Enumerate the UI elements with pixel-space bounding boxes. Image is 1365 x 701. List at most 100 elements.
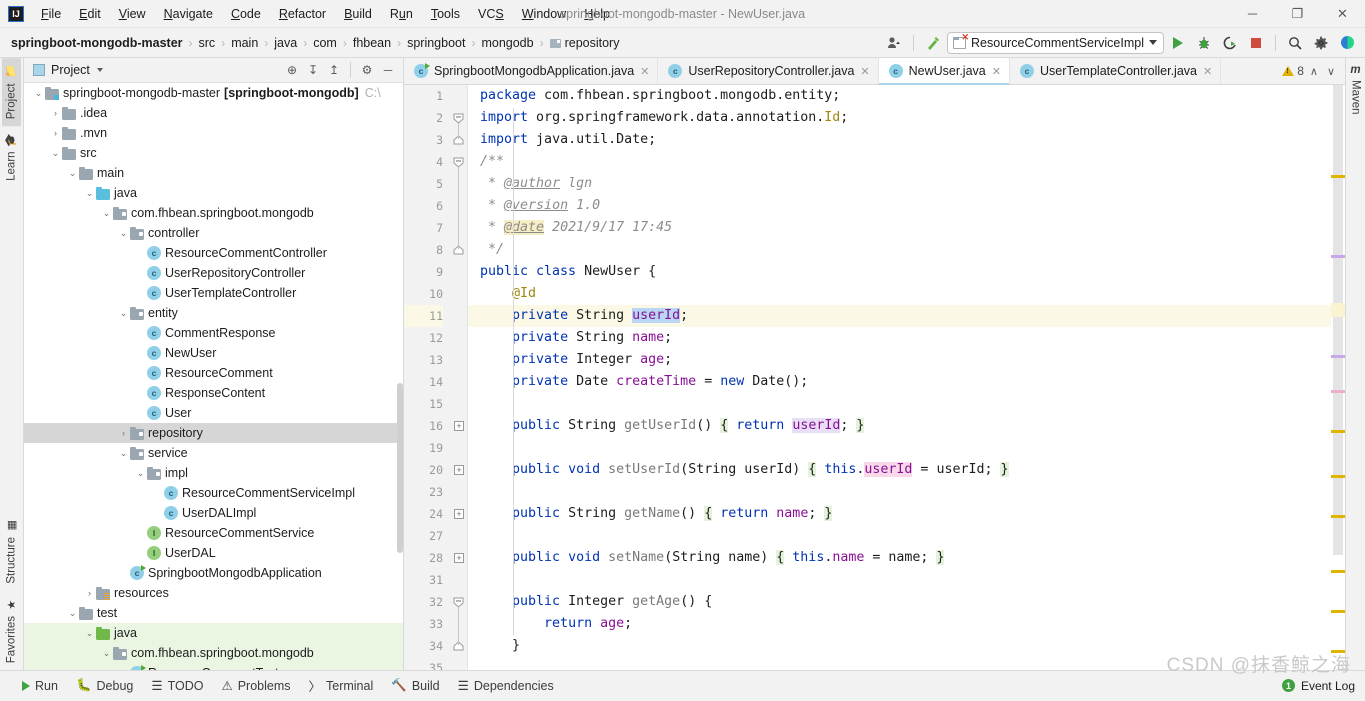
tree-expander-icon[interactable]: ⌄ bbox=[117, 308, 130, 319]
bottom-item-dependencies[interactable]: ☰ Dependencies bbox=[458, 678, 554, 693]
profile-icon[interactable] bbox=[882, 32, 906, 54]
hide-icon[interactable]: ─ bbox=[378, 60, 398, 80]
sidebar-item-favorites[interactable]: Favorites ★ bbox=[2, 591, 21, 670]
breadcrumb-item-7[interactable]: mongodb bbox=[478, 34, 536, 52]
settings-icon[interactable] bbox=[1309, 32, 1333, 54]
code-line[interactable]: public class NewUser { bbox=[468, 261, 1331, 283]
fold-expand-icon[interactable]: + bbox=[454, 553, 464, 563]
code-line[interactable]: return age; bbox=[468, 613, 1331, 635]
tree-item-springbootmongodbapplication[interactable]: cSpringbootMongodbApplication bbox=[24, 563, 403, 583]
tree-item-java[interactable]: ⌄java bbox=[24, 183, 403, 203]
breadcrumb-item-1[interactable]: src bbox=[196, 34, 219, 52]
tree-item-resourcecommentserviceimpl[interactable]: cResourceCommentServiceImpl bbox=[24, 483, 403, 503]
tree-item-commentresponse[interactable]: cCommentResponse bbox=[24, 323, 403, 343]
code-line[interactable]: } bbox=[468, 635, 1331, 657]
menu-code[interactable]: Code bbox=[222, 3, 270, 25]
tree-item--mvn[interactable]: ›.mvn bbox=[24, 123, 403, 143]
code-text[interactable]: package com.fhbean.springboot.mongodb.en… bbox=[468, 85, 1331, 670]
fold-expand-icon[interactable]: + bbox=[454, 465, 464, 475]
tree-expander-icon[interactable]: ⌄ bbox=[66, 168, 79, 179]
code-line[interactable] bbox=[468, 437, 1331, 459]
tree-item-main[interactable]: ⌄main bbox=[24, 163, 403, 183]
tree-item-userdalimpl[interactable]: cUserDALImpl bbox=[24, 503, 403, 523]
tree-item-resourcecomment[interactable]: cResourceComment bbox=[24, 363, 403, 383]
menu-tools[interactable]: Tools bbox=[422, 3, 469, 25]
bottom-item-debug[interactable]: 🐛 Debug bbox=[76, 678, 133, 693]
run-configuration-selector[interactable]: ResourceCommentServiceImpl bbox=[947, 32, 1164, 54]
code-line[interactable]: * @version 1.0 bbox=[468, 195, 1331, 217]
tab-springbootmongodbapplication[interactable]: c SpringbootMongodbApplication.java ✕ bbox=[404, 58, 658, 84]
previous-problem-icon[interactable]: ∧ bbox=[1307, 65, 1321, 78]
menu-window[interactable]: Window bbox=[513, 3, 575, 25]
breadcrumb-item-2[interactable]: main bbox=[228, 34, 261, 52]
code-line[interactable]: import java.util.Date; bbox=[468, 129, 1331, 151]
code-line[interactable]: public String getName() { return name; } bbox=[468, 503, 1331, 525]
tree-item-newuser[interactable]: cNewUser bbox=[24, 343, 403, 363]
project-scrollbar[interactable] bbox=[397, 383, 403, 553]
breadcrumb-item-6[interactable]: springboot bbox=[404, 34, 468, 52]
tree-expander-icon[interactable]: ⌄ bbox=[83, 188, 96, 199]
code-line[interactable]: package com.fhbean.springboot.mongodb.en… bbox=[468, 85, 1331, 107]
tree-expander-icon[interactable]: › bbox=[49, 128, 62, 138]
breadcrumb-item-4[interactable]: com bbox=[310, 34, 340, 52]
fold-gutter[interactable]: + + + + bbox=[450, 85, 468, 670]
tree-item-resources[interactable]: ›resources bbox=[24, 583, 403, 603]
collapse-all-icon[interactable]: ↥ bbox=[324, 60, 344, 80]
close-icon[interactable]: ✕ bbox=[640, 65, 649, 78]
tree-item-com-fhbean-springboot-mongodb[interactable]: ⌄com.fhbean.springboot.mongodb bbox=[24, 643, 403, 663]
close-icon[interactable]: ✕ bbox=[860, 65, 869, 78]
fold-expand-icon[interactable]: + bbox=[454, 421, 464, 431]
tree-expander-icon[interactable]: › bbox=[83, 588, 96, 598]
tree-item-service[interactable]: ⌄service bbox=[24, 443, 403, 463]
code-line[interactable]: @Id bbox=[468, 283, 1331, 305]
tree-item-test[interactable]: ⌄test bbox=[24, 603, 403, 623]
next-problem-icon[interactable]: ∨ bbox=[1324, 65, 1338, 78]
breadcrumb-item-5[interactable]: fhbean bbox=[350, 34, 394, 52]
tree-expander-icon[interactable]: ⌄ bbox=[100, 648, 113, 659]
code-line[interactable] bbox=[468, 569, 1331, 591]
menu-edit[interactable]: Edit bbox=[70, 3, 110, 25]
fold-expand-icon[interactable]: + bbox=[454, 509, 464, 519]
menu-view[interactable]: View bbox=[110, 3, 155, 25]
search-everywhere-button[interactable] bbox=[1283, 32, 1307, 54]
menu-help[interactable]: Help bbox=[575, 3, 619, 25]
code-line[interactable]: public void setUserId(String userId) { t… bbox=[468, 459, 1331, 481]
debug-button[interactable] bbox=[1192, 32, 1216, 54]
code-line[interactable]: private String name; bbox=[468, 327, 1331, 349]
tree-expander-icon[interactable]: ⌄ bbox=[83, 628, 96, 639]
tree-item-userdal[interactable]: IUserDAL bbox=[24, 543, 403, 563]
tree-item-user[interactable]: cUser bbox=[24, 403, 403, 423]
code-line[interactable]: private Date createTime = new Date(); bbox=[468, 371, 1331, 393]
code-line[interactable] bbox=[468, 481, 1331, 503]
breadcrumb-item-0[interactable]: springboot-mongodb-master bbox=[8, 34, 186, 52]
tree-expander-icon[interactable]: › bbox=[49, 108, 62, 118]
tab-userrepositorycontroller[interactable]: c UserRepositoryController.java ✕ bbox=[658, 58, 878, 84]
code-line[interactable]: private String userId; bbox=[468, 305, 1331, 327]
tree-item--idea[interactable]: ›.idea bbox=[24, 103, 403, 123]
code-line[interactable]: public Integer getAge() { bbox=[468, 591, 1331, 613]
bottom-item-todo[interactable]: ☰ TODO bbox=[151, 678, 203, 693]
menu-build[interactable]: Build bbox=[335, 3, 381, 25]
tree-item-impl[interactable]: ⌄impl bbox=[24, 463, 403, 483]
sidebar-item-learn[interactable]: Learn 🎓 bbox=[2, 126, 21, 188]
close-button[interactable]: ✕ bbox=[1320, 0, 1365, 28]
menu-file[interactable]: FFileile bbox=[32, 3, 70, 25]
code-line[interactable]: */ bbox=[468, 239, 1331, 261]
breadcrumb-item-8[interactable]: repository bbox=[547, 34, 623, 52]
expand-all-icon[interactable]: ↧ bbox=[303, 60, 323, 80]
menu-navigate[interactable]: Navigate bbox=[155, 3, 222, 25]
code-line[interactable]: private Integer age; bbox=[468, 349, 1331, 371]
warning-count-badge[interactable]: 8 bbox=[1282, 64, 1304, 78]
bottom-item-terminal[interactable]: 〉 Terminal bbox=[308, 676, 373, 695]
sidebar-item-maven[interactable]: m Maven bbox=[1350, 64, 1362, 115]
tree-item-repository[interactable]: ›repository bbox=[24, 423, 403, 443]
sidebar-item-structure[interactable]: Structure ▦ bbox=[2, 512, 21, 591]
marker-strip[interactable] bbox=[1331, 85, 1345, 670]
maximize-button[interactable]: ❐ bbox=[1275, 0, 1320, 28]
tree-item-resourcecommenttests[interactable]: cResourceCommentTests bbox=[24, 663, 403, 670]
tree-item-responsecontent[interactable]: cResponseContent bbox=[24, 383, 403, 403]
tree-item-com-fhbean-springboot-mongodb[interactable]: ⌄com.fhbean.springboot.mongodb bbox=[24, 203, 403, 223]
code-line[interactable] bbox=[468, 657, 1331, 670]
menu-refactor[interactable]: Refactor bbox=[270, 3, 335, 25]
tree-item-usertemplatecontroller[interactable]: cUserTemplateController bbox=[24, 283, 403, 303]
